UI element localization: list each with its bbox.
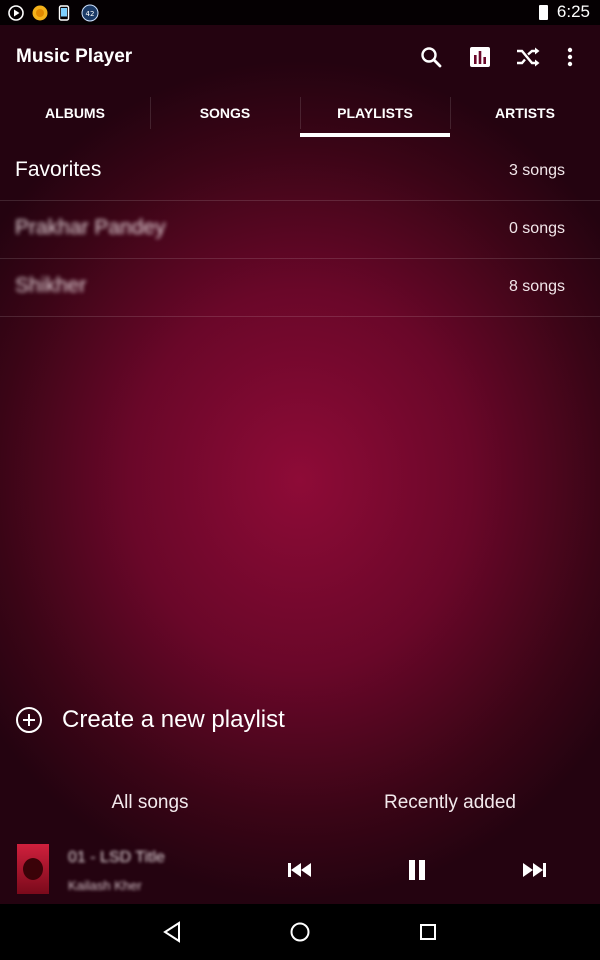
phone-icon xyxy=(56,4,72,21)
shuffle-icon[interactable] xyxy=(514,43,542,71)
playlist-list: Favorites 3 songs Prakhar Pandey 0 songs… xyxy=(0,143,600,317)
list-item[interactable]: Shikher 8 songs xyxy=(0,259,600,317)
status-time: 6:25 xyxy=(556,2,590,21)
app-root: 42 6:25 Music Player ALBUMS SONGS PLAYLI… xyxy=(0,0,600,960)
playlist-count: 3 songs xyxy=(508,162,565,179)
album-art[interactable] xyxy=(17,844,49,894)
next-icon[interactable] xyxy=(520,859,548,881)
search-icon[interactable] xyxy=(417,43,445,71)
playlist-name: Prakhar Pandey xyxy=(15,216,166,239)
recently-added-button[interactable]: Recently added xyxy=(300,780,600,826)
playlist-count: 0 songs xyxy=(508,220,565,237)
home-icon[interactable] xyxy=(288,920,312,944)
tab-bar: ALBUMS SONGS PLAYLISTS ARTISTS xyxy=(0,89,600,137)
previous-icon[interactable] xyxy=(286,859,314,881)
playlist-name: Favorites xyxy=(15,158,102,181)
playlist-count: 8 songs xyxy=(508,278,565,295)
toolbar: Music Player xyxy=(0,25,600,89)
create-playlist-label: Create a new playlist xyxy=(62,706,285,733)
status-bar: 42 6:25 xyxy=(0,0,600,25)
app-title: Music Player xyxy=(16,46,133,67)
battery-icon xyxy=(539,5,548,20)
list-item[interactable]: Prakhar Pandey 0 songs xyxy=(0,201,600,259)
now-playing-artist: Kailash Kher xyxy=(68,878,142,893)
playlist-shortcuts: All songs Recently added xyxy=(0,780,600,826)
play-circle-icon xyxy=(8,4,24,21)
list-item[interactable]: Favorites 3 songs xyxy=(0,143,600,201)
badge-icon: 42 xyxy=(80,4,100,21)
system-nav-bar xyxy=(0,904,600,960)
notification-badge-text: 42 xyxy=(86,10,95,18)
playlist-name: Shikher xyxy=(15,274,87,297)
more-vert-icon[interactable] xyxy=(556,43,584,71)
now-playing-bar[interactable]: 01 - LSD Title Kailash Kher xyxy=(0,840,600,904)
tab-albums[interactable]: ALBUMS xyxy=(0,89,150,137)
pause-icon[interactable] xyxy=(403,859,431,881)
add-circle-icon xyxy=(16,707,42,733)
tab-artists[interactable]: ARTISTS xyxy=(450,89,600,137)
back-icon[interactable] xyxy=(160,920,184,944)
tab-songs[interactable]: SONGS xyxy=(150,89,300,137)
equalizer-icon[interactable] xyxy=(466,43,494,71)
all-songs-button[interactable]: All songs xyxy=(0,780,300,826)
recents-icon[interactable] xyxy=(416,920,440,944)
tab-playlists[interactable]: PLAYLISTS xyxy=(300,89,450,137)
create-playlist-button[interactable]: Create a new playlist xyxy=(0,690,600,750)
coin-icon xyxy=(32,5,48,21)
now-playing-title: 01 - LSD Title xyxy=(68,849,165,866)
